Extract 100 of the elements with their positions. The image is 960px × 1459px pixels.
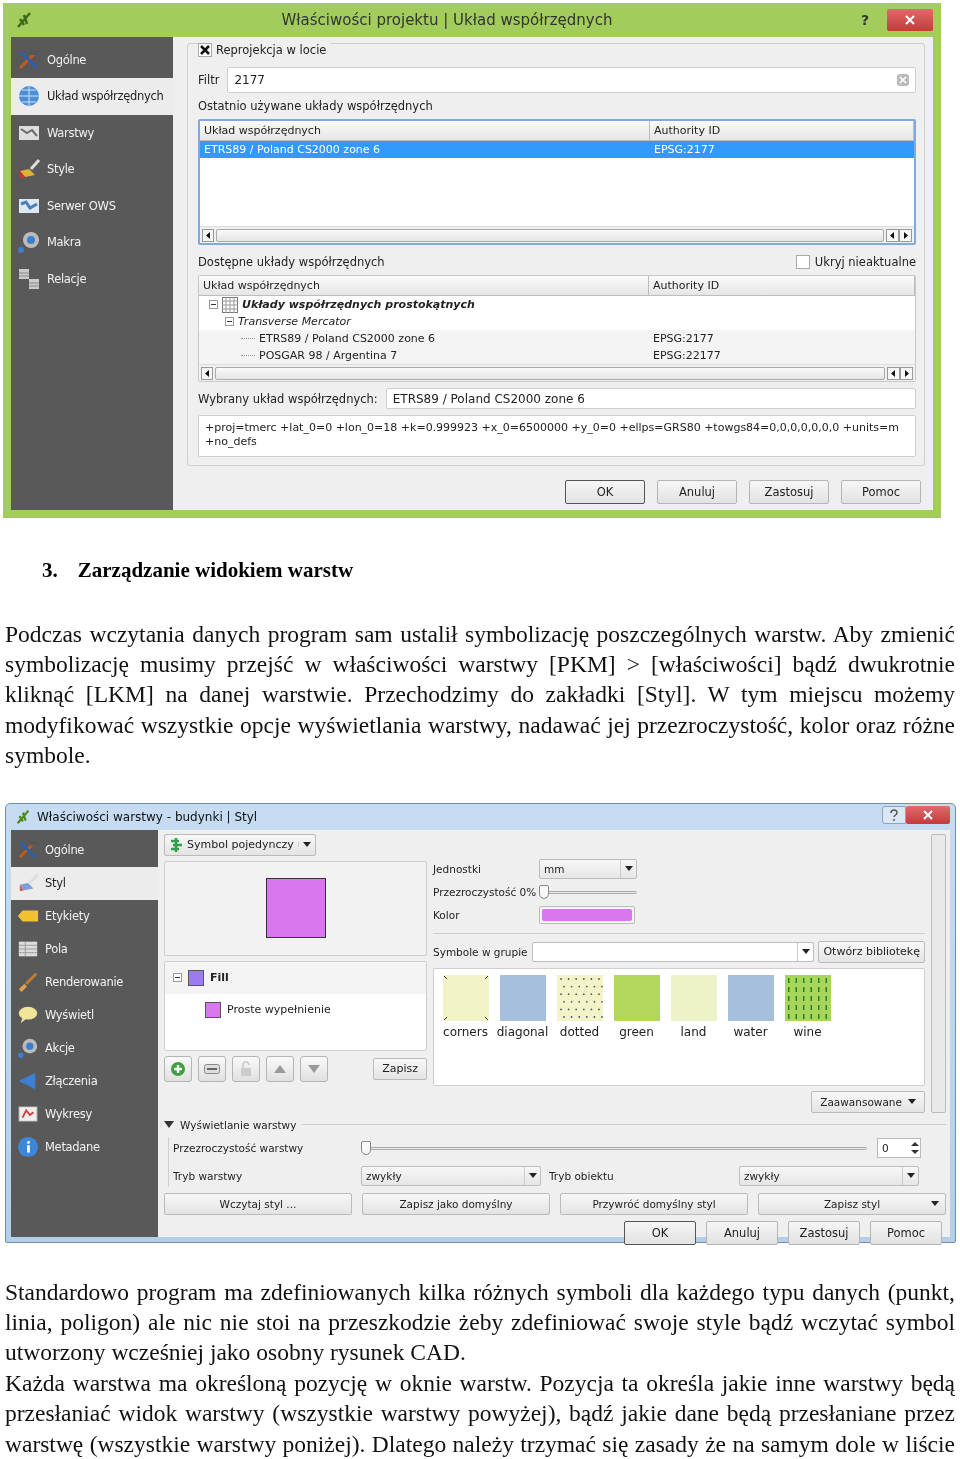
collapse-icon[interactable]	[225, 317, 234, 326]
globe-icon	[17, 84, 41, 109]
slider-thumb[interactable]	[361, 1140, 371, 1155]
clear-icon[interactable]	[897, 74, 909, 86]
field-label: Tryb warstwy	[173, 1169, 244, 1182]
dialog-button[interactable]: OK	[565, 479, 645, 504]
style-button[interactable]: Przywróć domyślny styl	[560, 1192, 748, 1215]
app-logo-icon	[15, 11, 33, 29]
section-label: Wyświetlanie warstwy	[180, 1118, 297, 1131]
symbol-icon	[169, 837, 183, 852]
color-button[interactable]	[539, 905, 635, 924]
horizontal-scrollbar[interactable]	[199, 364, 915, 381]
column-header[interactable]: Układ współrzędnych	[199, 276, 649, 295]
caret-icon	[302, 842, 311, 848]
transparency-slider[interactable]	[539, 884, 637, 899]
toolbar-button[interactable]	[164, 1055, 192, 1082]
symbol-name: green	[619, 1024, 654, 1039]
gear-icon	[17, 230, 41, 255]
column-header[interactable]: Authority ID	[650, 121, 914, 140]
proj-definition-text: +proj=tmerc +lat_0=0 +lon_0=18 +k=0.999923 +x_0=6500000 +y_0=0 +ellps=GRS80 +towgs84=0,0,0,0,0,0,0 +units=m +no_defs	[198, 415, 916, 457]
collapse-icon[interactable]	[173, 973, 182, 983]
table-cell-text: ETRS89 / Poland CS2000 zone 6	[203, 143, 382, 156]
scroll-arrows-icon[interactable]	[886, 228, 912, 242]
symbol-name: dotted	[559, 1024, 600, 1039]
symbol-swatch[interactable]	[556, 974, 603, 1021]
selected-crs-field[interactable]: ETRS89 / Poland CS2000 zone 6	[385, 388, 916, 409]
dialog-button[interactable]: OK	[624, 1220, 696, 1245]
style-button[interactable]: Wczytaj styl ...	[164, 1192, 352, 1215]
section-label: Dostępne układy współrzędnych	[198, 255, 385, 269]
symbol-name: diagonal	[496, 1024, 549, 1039]
sidebar-item[interactable]: Układ współrzędnych	[11, 78, 173, 115]
symbol-name: land	[680, 1024, 707, 1039]
lock-icon	[238, 1060, 254, 1077]
filter-field[interactable]: 2177	[227, 67, 916, 93]
window-title: Właściwości warstwy - budynki | Styl	[37, 809, 259, 824]
tree-row[interactable]: ETRS89 / Poland CS2000 zone 6 EPSG:2177	[199, 330, 915, 347]
add-icon	[170, 1060, 186, 1077]
close-icon	[923, 809, 933, 820]
save-button[interactable]: Zapisz	[373, 1057, 427, 1080]
group-dropdown[interactable]	[531, 941, 815, 962]
checkbox[interactable]	[795, 255, 810, 269]
dialog-button[interactable]: Pomoc	[870, 1220, 942, 1245]
symbol-name: corners	[443, 1024, 488, 1039]
corner-marks-icon	[442, 974, 489, 1021]
grid-icon	[222, 296, 238, 313]
sidebar-item[interactable]: Styl	[11, 866, 158, 900]
toolbar-button[interactable]	[266, 1055, 294, 1082]
caret-icon	[908, 1099, 916, 1105]
spin-arrows-icon[interactable]	[910, 1139, 920, 1156]
units-dropdown[interactable]: mm	[539, 858, 637, 879]
field-label: Przezroczystość 0%	[433, 885, 538, 898]
transparency-spinbox[interactable]: 0	[877, 1137, 921, 1158]
dialog-button[interactable]: Pomoc	[841, 479, 921, 504]
toolbar-button[interactable]	[198, 1055, 226, 1082]
dialog-button[interactable]: Zastosuj	[749, 479, 829, 504]
layer-mode-dropdown[interactable]: zwykły	[361, 1165, 541, 1186]
help-button[interactable]	[882, 805, 906, 824]
help-button[interactable]: ?	[860, 12, 869, 28]
symbol-layer-row[interactable]: Fill	[165, 961, 426, 994]
column-header[interactable]: Układ współrzędnych	[200, 121, 650, 140]
toolbar-button[interactable]	[300, 1055, 328, 1082]
symbol-swatch[interactable]	[442, 974, 489, 1021]
symbol-swatch[interactable]	[613, 974, 660, 1021]
window-title: Właściwości projektu | Układ współrzędnych	[280, 11, 614, 29]
advanced-button[interactable]: Zaawansowane	[811, 1090, 925, 1113]
close-button[interactable]	[906, 805, 950, 824]
column-header[interactable]: Authority ID	[649, 276, 915, 295]
scroll-left-icon[interactable]	[202, 228, 214, 242]
checkbox[interactable]	[198, 43, 212, 57]
style-button[interactable]: Zapisz jako domyślny	[362, 1192, 550, 1215]
horizontal-scrollbar[interactable]	[200, 226, 914, 243]
renderer-dropdown[interactable]: Symbol pojedynczy	[164, 833, 316, 856]
dialog-button[interactable]: Anuluj	[706, 1220, 778, 1245]
tree-row[interactable]: POSGAR 98 / Argentina 7 EPSG:22177	[199, 347, 915, 364]
tree-label: Układy współrzędnych prostokątnych	[242, 298, 475, 311]
style-button[interactable]: Zapisz styl	[758, 1192, 946, 1215]
collapse-icon[interactable]	[209, 300, 218, 309]
dialog-button[interactable]: Anuluj	[657, 479, 737, 504]
app-logo-icon	[15, 808, 31, 825]
symbol-swatch[interactable]	[784, 974, 831, 1021]
layer-transparency-slider[interactable]	[361, 1140, 867, 1155]
field-label: Jednostki	[433, 862, 482, 875]
feature-mode-dropdown[interactable]: zwykły	[739, 1165, 919, 1186]
authority-id: EPSG:22177	[652, 349, 722, 362]
close-button[interactable]	[887, 9, 933, 31]
field-label: Wybrany układ współrzędnych:	[198, 391, 378, 406]
slider-thumb[interactable]	[539, 884, 549, 899]
field-label: Kolor	[433, 908, 461, 921]
open-library-button[interactable]: Otwórz bibliotekę	[818, 940, 925, 963]
symbol-swatch[interactable]	[499, 974, 546, 1021]
scroll-left-icon[interactable]	[201, 366, 213, 380]
symbol-swatch[interactable]	[670, 974, 717, 1021]
vertical-scrollbar[interactable]	[931, 833, 946, 1113]
collapse-arrow-icon[interactable]	[164, 1120, 174, 1129]
symbol-swatch[interactable]	[727, 974, 774, 1021]
scroll-arrows-icon[interactable]	[887, 366, 913, 380]
dropdown-arrow-icon	[524, 1166, 540, 1185]
paragraph: Standardowo program ma zdefiniowanych kilka różnych symboli dla każdego typu danych (punkt, linia, poligon) ale nic nie stoi na przeszkodzie żeby zdefiniować swoje style bądź wczytać symbol utworzony wcześniej jako osobny rysunek CAD.	[4, 1277, 956, 1368]
layer-label: Fill	[210, 971, 229, 985]
dialog-button[interactable]: Zastosuj	[788, 1220, 860, 1245]
